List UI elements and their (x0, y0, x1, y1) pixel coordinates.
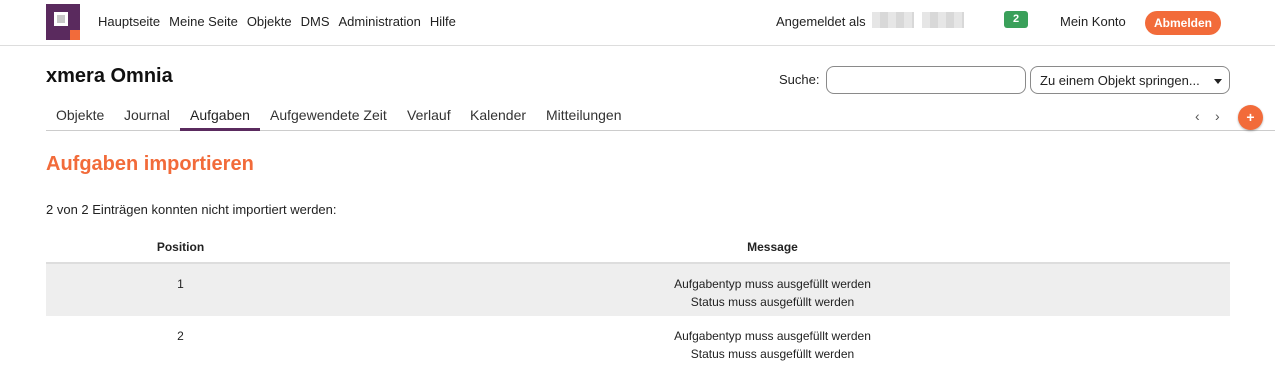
search-input[interactable] (826, 66, 1026, 94)
table-header-row: Position Message (46, 231, 1230, 264)
tabs-prev-icon[interactable]: ‹ (1195, 108, 1200, 124)
tab-aufgewendete-zeit[interactable]: Aufgewendete Zeit (270, 107, 387, 123)
row-message: Aufgabentyp muss ausgefüllt werden Statu… (315, 263, 1230, 316)
tabs-next-icon[interactable]: › (1215, 108, 1220, 124)
logo-corner-icon (70, 30, 80, 40)
app-logo[interactable] (46, 4, 80, 40)
jump-to-object-select[interactable]: Zu einem Objekt springen... (1030, 66, 1230, 94)
message-line: Status muss ausgefüllt werden (690, 347, 855, 361)
tab-aufgaben[interactable]: Aufgaben (190, 107, 250, 123)
tab-journal[interactable]: Journal (124, 107, 170, 123)
logout-button[interactable]: Abmelden (1145, 11, 1221, 35)
tab-verlauf[interactable]: Verlauf (407, 107, 451, 123)
message-line: Aufgabentyp muss ausgefüllt werden (674, 277, 871, 291)
message-line: Status muss ausgefüllt werden (690, 295, 855, 309)
redacted-username (872, 12, 914, 28)
project-tabs: Objekte Journal Aufgaben Aufgewendete Ze… (46, 100, 1275, 131)
redacted-username-part (922, 12, 964, 28)
menu-hauptseite[interactable]: Hauptseite (98, 14, 160, 29)
row-position: 1 (46, 263, 315, 316)
my-account-link[interactable]: Mein Konto (1060, 14, 1126, 29)
tab-objekte[interactable]: Objekte (56, 107, 104, 123)
tab-kalender[interactable]: Kalender (470, 107, 526, 123)
add-new-button[interactable]: + (1238, 105, 1263, 130)
notification-badge[interactable]: 2 (1004, 11, 1028, 28)
table-row: 1 Aufgabentyp muss ausgefüllt werden Sta… (46, 263, 1230, 316)
page-heading: Aufgaben importieren (46, 153, 254, 175)
jump-to-object-label: Zu einem Objekt springen... (1040, 73, 1200, 88)
column-message: Message (315, 231, 1230, 264)
caret-down-icon (1214, 79, 1222, 84)
active-tab-indicator (180, 128, 260, 131)
logo-square-icon (54, 12, 68, 26)
menu-meine-seite[interactable]: Meine Seite (169, 14, 238, 29)
import-errors-table: Position Message 1 Aufgabentyp muss ausg… (46, 231, 1230, 369)
tab-mitteilungen[interactable]: Mitteilungen (546, 107, 622, 123)
menu-hilfe[interactable]: Hilfe (430, 14, 456, 29)
import-summary: 2 von 2 Einträgen konnten nicht importie… (46, 202, 337, 217)
menu-objekte[interactable]: Objekte (247, 14, 292, 29)
top-menu: Hauptseite Meine Seite Objekte DMS Admin… (98, 14, 456, 29)
project-title: xmera Omnia (46, 65, 173, 87)
search-label: Suche: (779, 72, 820, 87)
row-position: 2 (177, 329, 184, 343)
top-bar: Hauptseite Meine Seite Objekte DMS Admin… (0, 0, 1275, 46)
row-message: Aufgabentyp muss ausgefüllt werden Statu… (315, 316, 1230, 369)
column-position: Position (46, 231, 315, 264)
menu-administration[interactable]: Administration (339, 14, 421, 29)
table-row: 2 Aufgabentyp muss ausgefüllt werden Sta… (46, 316, 1230, 369)
logged-in-label: Angemeldet als (776, 14, 866, 29)
message-line: Aufgabentyp muss ausgefüllt werden (674, 329, 871, 343)
menu-dms[interactable]: DMS (301, 14, 330, 29)
